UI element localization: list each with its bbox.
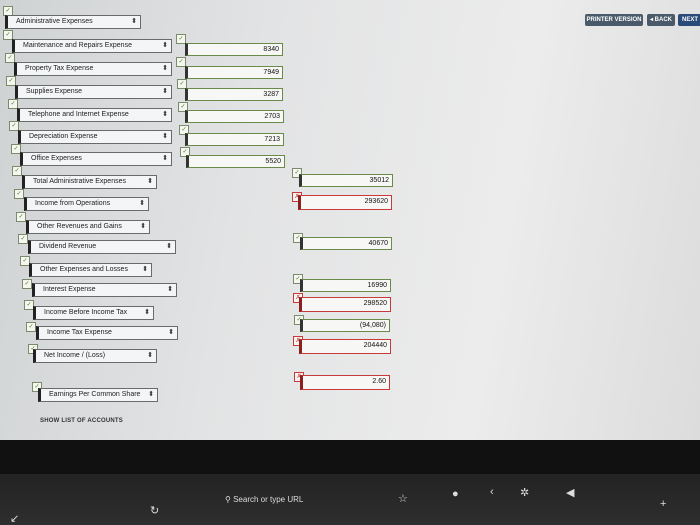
select-label: Administrative Expenses (16, 18, 93, 25)
check-icon: ✓ (22, 279, 32, 289)
account-select-income-tax-expense[interactable]: Income Tax Expense ⬍ (36, 326, 178, 340)
select-label: Maintenance and Repairs Expense (23, 42, 132, 49)
total-field-income-tax-expense[interactable]: (94,080) (300, 319, 390, 332)
show-list-of-accounts-link[interactable]: SHOW LIST OF ACCOUNTS (40, 418, 123, 424)
account-select-other-revenues[interactable]: Other Revenues and Gains ⬍ (26, 220, 150, 234)
search-icon: ⚲ (225, 495, 231, 504)
printer-version-button[interactable]: PRINTER VERSION (585, 14, 643, 26)
account-select-interest-expense[interactable]: Interest Expense ⬍ (32, 283, 177, 297)
worksheet-screen: PRINTER VERSION ◂ BACK NEXT ✓ Administra… (0, 0, 700, 440)
account-select-property-tax[interactable]: Property Tax Expense ⬍ (14, 62, 172, 76)
account-select-income-before-tax[interactable]: Income Before Income Tax ⬍ (33, 306, 154, 320)
back-button[interactable]: ◂ BACK (647, 14, 675, 26)
select-label: Other Expenses and Losses (40, 266, 128, 273)
total-field-admin[interactable]: 35012 (299, 174, 393, 187)
url-search-field[interactable]: ⚲ Search or type URL (225, 492, 345, 508)
account-select-other-expenses[interactable]: Other Expenses and Losses ⬍ (29, 263, 152, 277)
account-select-dividend-revenue[interactable]: Dividend Revenue ⬍ (28, 240, 176, 254)
select-label: Property Tax Expense (25, 65, 94, 72)
select-arrow-icon: ⬍ (139, 200, 145, 207)
check-icon: ✓ (18, 234, 28, 244)
check-icon: ✓ (14, 189, 24, 199)
select-label: Supplies Expense (26, 88, 83, 95)
check-icon: ✓ (26, 322, 36, 332)
amount-field-telephone[interactable]: 2703 (185, 110, 284, 123)
select-arrow-icon: ⬍ (162, 111, 168, 118)
select-arrow-icon: ⬍ (167, 286, 173, 293)
amount-field-property-tax[interactable]: 7949 (185, 66, 283, 79)
account-select-supplies[interactable]: Supplies Expense ⬍ (15, 85, 172, 99)
reload-icon[interactable]: ↻ (150, 504, 159, 517)
select-label: Earnings Per Common Share (49, 391, 141, 398)
account-select-office[interactable]: Office Expenses ⬍ (20, 152, 172, 166)
total-field-income-before-tax[interactable]: 298520 (299, 297, 391, 312)
select-label: Income Before Income Tax (44, 309, 128, 316)
select-label: Dividend Revenue (39, 243, 97, 250)
select-arrow-icon: ⬍ (147, 178, 153, 185)
select-arrow-icon: ⬍ (131, 18, 137, 25)
next-button[interactable]: NEXT (678, 14, 700, 26)
select-label: Total Administrative Expenses (33, 178, 126, 185)
select-arrow-icon: ⬍ (148, 391, 154, 398)
select-label: Telephone and Internet Expense (28, 111, 129, 118)
total-field-income-operations[interactable]: 293620 (298, 195, 392, 210)
select-arrow-icon: ⬍ (147, 352, 153, 359)
account-select-eps[interactable]: Earnings Per Common Share ⬍ (38, 388, 158, 402)
amount-field-supplies[interactable]: 3287 (185, 88, 283, 101)
brightness-icon[interactable]: ● (452, 488, 459, 500)
account-select-net-income[interactable]: Net Income / (Loss) ⬍ (33, 349, 157, 363)
amount-field-maintenance[interactable]: 8340 (185, 43, 283, 56)
select-arrow-icon: ⬍ (168, 329, 174, 336)
select-arrow-icon: ⬍ (162, 65, 168, 72)
volume-icon[interactable]: ◀ (566, 486, 574, 499)
bookmark-star-icon[interactable]: ☆ (398, 492, 408, 505)
account-select-admin-expenses[interactable]: Administrative Expenses ⬍ (5, 15, 141, 29)
select-arrow-icon: ⬍ (142, 266, 148, 273)
select-label: Office Expenses (31, 155, 82, 162)
select-arrow-icon: ⬍ (162, 42, 168, 49)
select-label: Income Tax Expense (47, 329, 112, 336)
account-select-depreciation[interactable]: Depreciation Expense ⬍ (18, 130, 172, 144)
select-arrow-icon: ⬍ (140, 223, 146, 230)
check-icon: ✓ (16, 212, 26, 222)
select-arrow-icon: ⬍ (162, 155, 168, 162)
total-field-interest-expense[interactable]: 16990 (300, 279, 391, 292)
select-label: Net Income / (Loss) (44, 352, 106, 359)
select-label: Depreciation Expense (29, 133, 98, 140)
amount-field-depreciation[interactable]: 7213 (185, 133, 284, 146)
search-placeholder: Search or type URL (233, 495, 304, 504)
plus-icon[interactable]: + (660, 498, 666, 510)
select-label: Income from Operations (35, 200, 111, 207)
select-arrow-icon: ⬍ (162, 133, 168, 140)
account-select-income-operations[interactable]: Income from Operations ⬍ (24, 197, 149, 211)
select-label: Interest Expense (43, 286, 96, 293)
select-arrow-icon: ⬍ (166, 243, 172, 250)
total-field-dividend-revenue[interactable]: 40670 (300, 237, 392, 250)
touch-bar: ↙ ↻ ⚲ Search or type URL ☆ ● ‹ ✲ ◀ + (0, 474, 700, 525)
total-field-eps[interactable]: 2.60 (300, 375, 390, 390)
select-arrow-icon: ⬍ (162, 88, 168, 95)
back-arrow-icon[interactable]: ↙ (10, 512, 19, 525)
select-arrow-icon: ⬍ (144, 309, 150, 316)
amount-field-office[interactable]: 5520 (186, 155, 285, 168)
account-select-total-admin[interactable]: Total Administrative Expenses ⬍ (22, 175, 157, 189)
account-select-maintenance[interactable]: Maintenance and Repairs Expense ⬍ (12, 39, 172, 53)
check-icon: ✓ (12, 166, 22, 176)
select-label: Other Revenues and Gains (37, 223, 122, 230)
settings-icon[interactable]: ✲ (520, 486, 529, 499)
chevron-left-icon[interactable]: ‹ (490, 486, 494, 498)
total-field-net-income[interactable]: 204440 (299, 339, 391, 354)
account-select-telephone[interactable]: Telephone and Internet Expense ⬍ (17, 108, 172, 122)
